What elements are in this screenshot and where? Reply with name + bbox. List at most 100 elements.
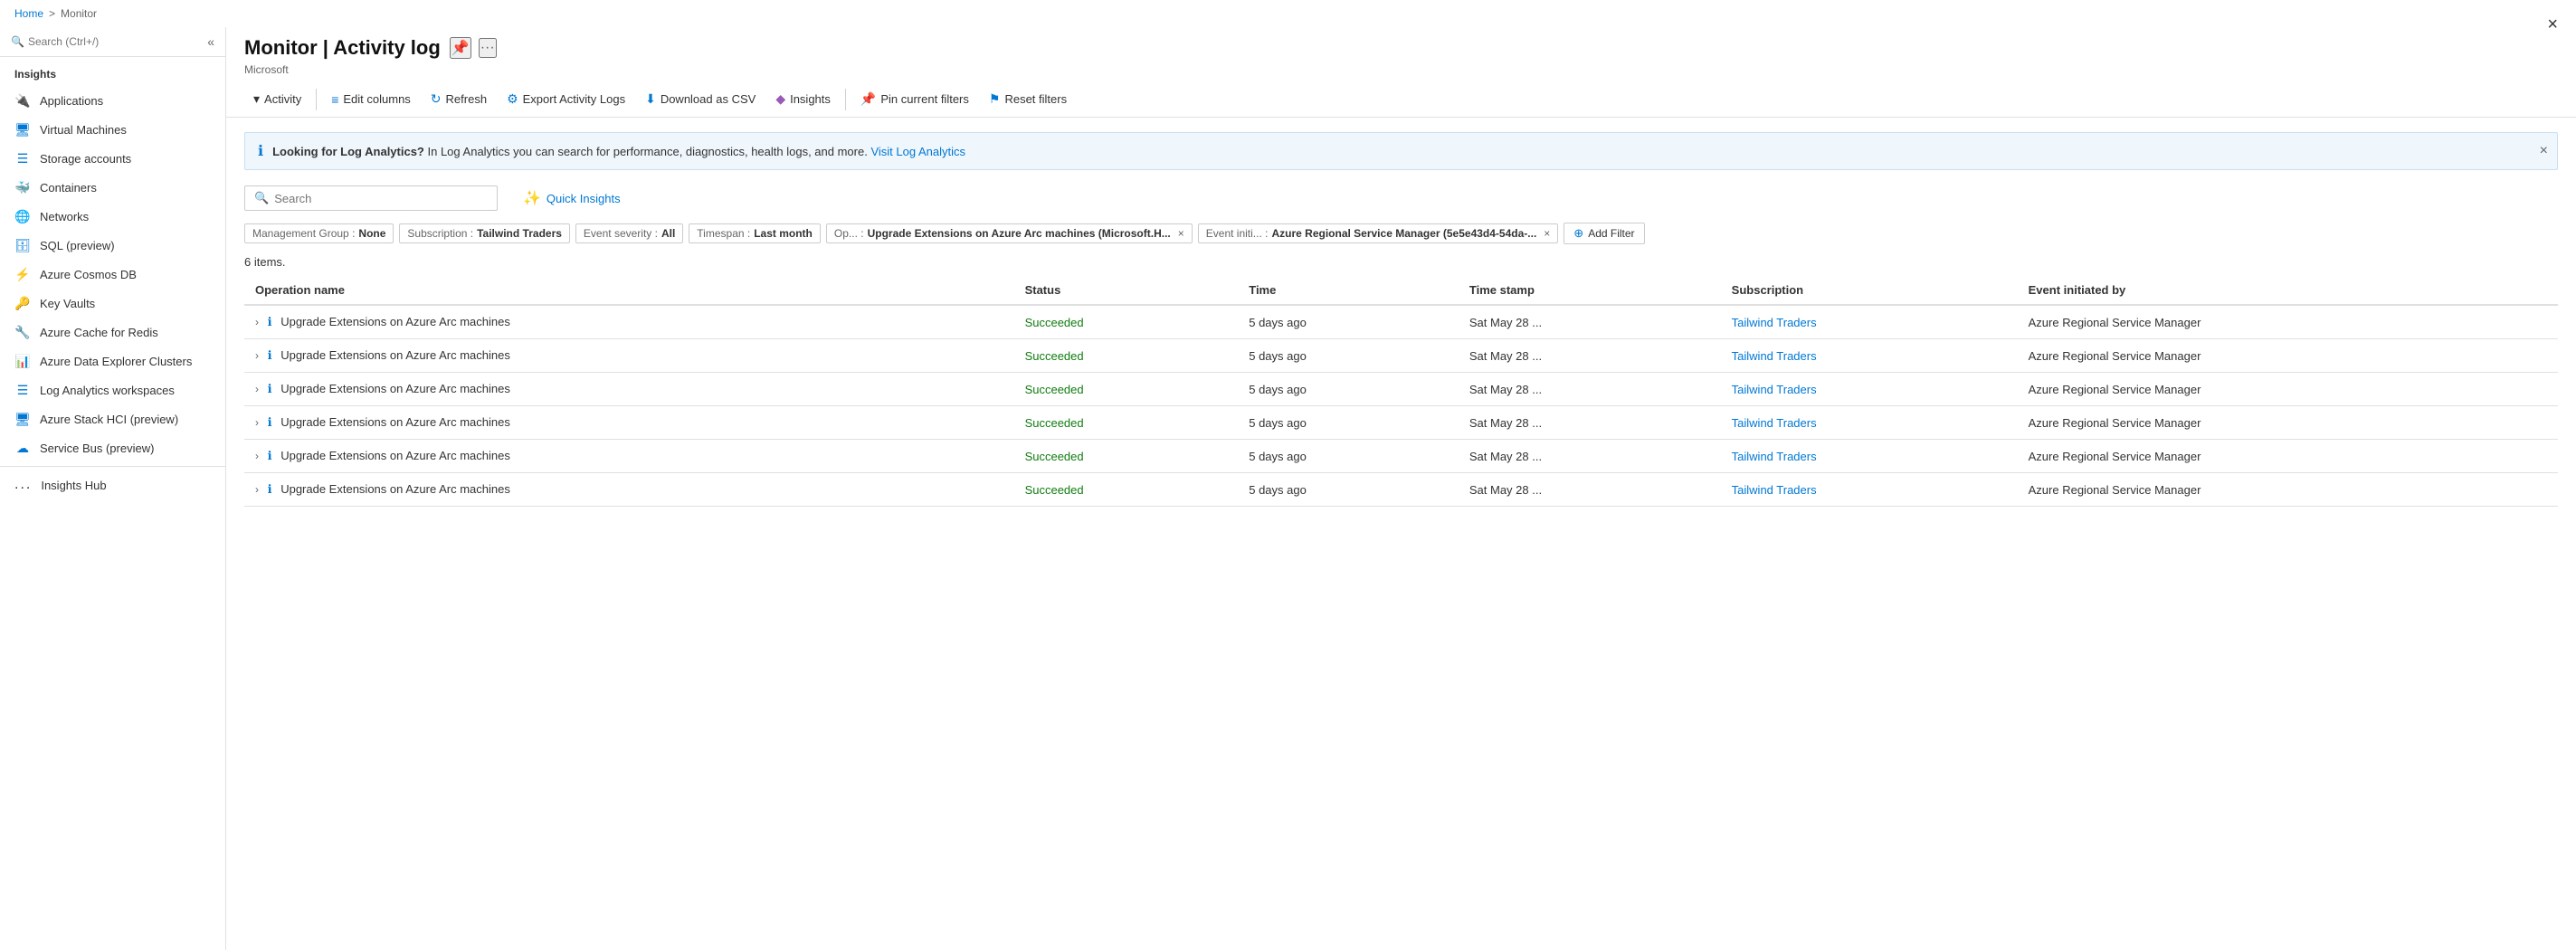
- reset-filters-button[interactable]: ⚑ Reset filters: [980, 87, 1076, 111]
- breadcrumb-sep: >: [49, 7, 55, 20]
- search-input[interactable]: [274, 192, 488, 205]
- subscription-link-4[interactable]: Tailwind Traders: [1732, 450, 1817, 463]
- insights-icon: ◆: [775, 91, 785, 107]
- activity-button[interactable]: ▾ Activity: [244, 87, 310, 111]
- sidebar-item-sql-preview[interactable]: 🗄 SQL (preview): [0, 231, 225, 260]
- azure-stack-hci-icon: 🖥: [14, 411, 31, 427]
- info-circle-icon-2: ℹ: [268, 382, 272, 395]
- chip-value-timespan: Last month: [754, 227, 813, 240]
- reset-filters-label: Reset filters: [1004, 92, 1067, 106]
- chip-label-event-severity: Event severity :: [584, 227, 658, 240]
- subscription-link-1[interactable]: Tailwind Traders: [1732, 349, 1817, 363]
- sidebar-item-azure-data-explorer[interactable]: 📊 Azure Data Explorer Clusters: [0, 347, 225, 375]
- log-analytics-banner: ℹ Looking for Log Analytics? In Log Anal…: [244, 132, 2558, 170]
- chip-value-event-severity: All: [661, 227, 675, 240]
- subscription-link-5[interactable]: Tailwind Traders: [1732, 483, 1817, 497]
- sidebar-item-applications[interactable]: 🔌 Applications: [0, 86, 225, 115]
- timestamp-cell-4: Sat May 28 ...: [1459, 440, 1721, 473]
- sql-preview-label: SQL (preview): [40, 239, 115, 252]
- chip-close-operation[interactable]: ×: [1178, 227, 1184, 240]
- sidebar-item-virtual-machines[interactable]: 🖥 Virtual Machines: [0, 115, 225, 144]
- operation-name-2: Upgrade Extensions on Azure Arc machines: [280, 382, 510, 395]
- virtual-machines-label: Virtual Machines: [40, 123, 127, 137]
- pin-page-button[interactable]: 📌: [450, 37, 471, 59]
- subscription-link-0[interactable]: Tailwind Traders: [1732, 316, 1817, 329]
- download-csv-button[interactable]: ⬇ Download as CSV: [636, 87, 765, 111]
- sidebar-collapse-button[interactable]: «: [207, 34, 214, 49]
- azure-data-explorer-label: Azure Data Explorer Clusters: [40, 355, 192, 368]
- quick-insights-button[interactable]: ✨ Quick Insights: [512, 185, 632, 212]
- sidebar-item-azure-stack-hci[interactable]: 🖥 Azure Stack HCI (preview): [0, 404, 225, 433]
- sidebar-item-service-bus[interactable]: ☁ Service Bus (preview): [0, 433, 225, 462]
- expand-row-0[interactable]: ›: [255, 316, 259, 328]
- col-header-timestamp: Time stamp: [1459, 276, 1721, 305]
- info-circle-icon-3: ℹ: [268, 415, 272, 429]
- timestamp-cell-2: Sat May 28 ...: [1459, 373, 1721, 406]
- expand-row-4[interactable]: ›: [255, 450, 259, 462]
- subscription-link-2[interactable]: Tailwind Traders: [1732, 383, 1817, 396]
- chip-value-operation: Upgrade Extensions on Azure Arc machines…: [868, 227, 1171, 240]
- pin-filters-label: Pin current filters: [880, 92, 969, 106]
- refresh-icon: ↻: [431, 91, 442, 107]
- visit-log-analytics-link[interactable]: Visit Log Analytics: [870, 145, 965, 158]
- filter-chip-operation: Op... : Upgrade Extensions on Azure Arc …: [826, 223, 1193, 243]
- sidebar-item-azure-cache-redis[interactable]: 🔧 Azure Cache for Redis: [0, 318, 225, 347]
- activity-label: Activity: [264, 92, 301, 106]
- pin-filters-icon: 📌: [860, 91, 876, 107]
- col-header-subscription: Subscription: [1721, 276, 2018, 305]
- add-filter-button[interactable]: ⊕Add Filter: [1564, 223, 1644, 244]
- edit-columns-icon: ≡: [331, 92, 338, 107]
- applications-icon: 🔌: [14, 92, 31, 109]
- sidebar-item-networks[interactable]: 🌐 Networks: [0, 202, 225, 231]
- close-banner-button[interactable]: ×: [2540, 143, 2548, 159]
- sidebar-item-storage-accounts[interactable]: ☰ Storage accounts: [0, 144, 225, 173]
- sidebar-item-azure-cosmos-db[interactable]: ⚡ Azure Cosmos DB: [0, 260, 225, 289]
- insights-button[interactable]: ◆ Insights: [766, 87, 840, 111]
- export-button[interactable]: ⚙ Export Activity Logs: [498, 87, 634, 111]
- filter-chip-timespan: Timespan : Last month: [689, 223, 821, 243]
- expand-row-1[interactable]: ›: [255, 349, 259, 362]
- operation-name-cell-0: › ℹ Upgrade Extensions on Azure Arc mach…: [244, 305, 1014, 339]
- time-cell-0: 5 days ago: [1238, 305, 1459, 339]
- info-circle-icon-5: ℹ: [268, 482, 272, 496]
- sidebar-items-list: 🔌 Applications 🖥 Virtual Machines ☰ Stor…: [0, 86, 225, 462]
- operation-name-cell-1: › ℹ Upgrade Extensions on Azure Arc mach…: [244, 339, 1014, 373]
- sidebar-insights-hub[interactable]: ... Insights Hub: [0, 470, 225, 499]
- expand-row-5[interactable]: ›: [255, 483, 259, 496]
- key-vaults-icon: 🔑: [14, 295, 31, 311]
- initiator-cell-2: Azure Regional Service Manager: [2018, 373, 2558, 406]
- time-cell-5: 5 days ago: [1238, 473, 1459, 507]
- sidebar-item-key-vaults[interactable]: 🔑 Key Vaults: [0, 289, 225, 318]
- applications-label: Applications: [40, 94, 103, 108]
- timestamp-cell-3: Sat May 28 ...: [1459, 406, 1721, 440]
- chip-close-event-initiator[interactable]: ×: [1544, 227, 1550, 240]
- expand-row-3[interactable]: ›: [255, 416, 259, 429]
- col-header-event-initiated-by: Event initiated by: [2018, 276, 2558, 305]
- virtual-machines-icon: 🖥: [14, 121, 31, 138]
- edit-columns-button[interactable]: ≡ Edit columns: [322, 88, 420, 111]
- time-cell-2: 5 days ago: [1238, 373, 1459, 406]
- storage-accounts-label: Storage accounts: [40, 152, 131, 166]
- filter-chip-event-initiator: Event initi... : Azure Regional Service …: [1198, 223, 1559, 243]
- sidebar-item-log-analytics[interactable]: ☰ Log Analytics workspaces: [0, 375, 225, 404]
- timestamp-cell-1: Sat May 28 ...: [1459, 339, 1721, 373]
- table-row: › ℹ Upgrade Extensions on Azure Arc mach…: [244, 305, 2558, 339]
- expand-row-2[interactable]: ›: [255, 383, 259, 395]
- add-filter-icon: ⊕: [1573, 226, 1583, 241]
- service-bus-label: Service Bus (preview): [40, 442, 154, 455]
- pin-filters-button[interactable]: 📌 Pin current filters: [851, 87, 978, 111]
- operation-name-3: Upgrade Extensions on Azure Arc machines: [280, 415, 510, 429]
- more-options-button[interactable]: ···: [479, 38, 497, 58]
- refresh-button[interactable]: ↻ Refresh: [422, 87, 496, 111]
- insights-hub-label: Insights Hub: [41, 479, 106, 492]
- breadcrumb-home[interactable]: Home: [14, 7, 43, 20]
- table-row: › ℹ Upgrade Extensions on Azure Arc mach…: [244, 473, 2558, 507]
- sidebar-search-input[interactable]: [28, 35, 204, 48]
- operation-name-cell-4: › ℹ Upgrade Extensions on Azure Arc mach…: [244, 440, 1014, 473]
- banner-detail-text: In Log Analytics you can search for perf…: [428, 145, 871, 158]
- sidebar-item-containers[interactable]: 🐳 Containers: [0, 173, 225, 202]
- subscription-link-3[interactable]: Tailwind Traders: [1732, 416, 1817, 430]
- table-container: Operation nameStatusTimeTime stampSubscr…: [244, 276, 2558, 936]
- window-close-button[interactable]: ×: [2547, 14, 2558, 35]
- chip-value-subscription: Tailwind Traders: [477, 227, 562, 240]
